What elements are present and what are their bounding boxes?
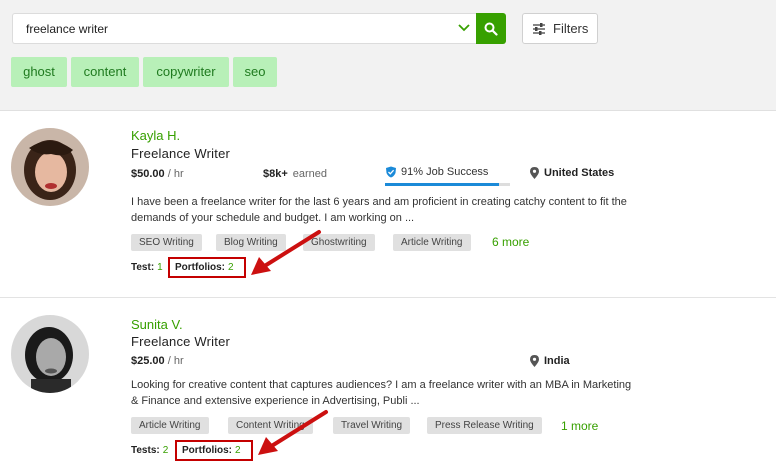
tests-value: 1 xyxy=(157,262,163,273)
rate-value: $50.00 xyxy=(131,168,165,180)
search-header: Filters ghost content copywriter seo xyxy=(0,0,776,111)
tag-ghost[interactable]: ghost xyxy=(11,57,67,87)
portfolios-label: Portfolios: xyxy=(175,262,225,273)
location-text: India xyxy=(544,355,570,367)
search-input[interactable] xyxy=(26,14,446,43)
tests-value: 2 xyxy=(162,445,169,456)
search-button[interactable] xyxy=(476,13,506,44)
earned-label: earned xyxy=(292,168,328,180)
freelancer-title: Freelance Writer xyxy=(131,146,231,161)
freelancer-card[interactable]: Kayla H. Freelance Writer $50.00 / hr $8… xyxy=(0,112,776,298)
search-box xyxy=(12,13,476,44)
more-skills-link[interactable]: 1 more xyxy=(561,419,598,433)
freelancer-name[interactable]: Kayla H. xyxy=(131,128,180,143)
skill-tag[interactable]: Article Writing xyxy=(131,417,209,434)
freelancer-description: I have been a freelance writer for the l… xyxy=(131,196,627,224)
tests-count: Test: 1 xyxy=(131,262,163,273)
freelancer-description: Looking for creative content that captur… xyxy=(131,379,632,407)
more-skills-link[interactable]: 6 more xyxy=(492,235,529,249)
hourly-rate: $50.00 / hr xyxy=(131,168,184,180)
rate-unit: / hr xyxy=(167,355,184,367)
job-success: 91% Job Success xyxy=(385,166,488,178)
location: United States xyxy=(530,167,614,179)
hourly-rate: $25.00 / hr xyxy=(131,355,184,367)
job-success-label: 91% Job Success xyxy=(401,166,489,178)
freelancer-title: Freelance Writer xyxy=(131,334,231,349)
freelancer-name[interactable]: Sunita V. xyxy=(131,317,183,332)
portfolios-value: 2 xyxy=(235,445,241,456)
tests-label: Test: xyxy=(131,262,155,273)
map-pin-icon xyxy=(530,355,539,367)
earnings: $8k+ earned xyxy=(263,168,327,180)
rate-value: $25.00 xyxy=(131,355,165,367)
shield-icon xyxy=(386,166,396,178)
skill-tag[interactable]: Article Writing xyxy=(393,234,471,251)
red-arrow-icon xyxy=(251,230,321,275)
filters-label: Filters xyxy=(553,21,589,36)
earned-value: $8k+ xyxy=(263,168,288,180)
skill-tag[interactable]: Travel Writing xyxy=(333,417,411,434)
tests-count: Tests: 2 xyxy=(131,445,168,456)
red-arrow-icon xyxy=(258,410,328,455)
map-pin-icon xyxy=(530,167,539,179)
sliders-icon xyxy=(533,22,545,35)
portfolios-label: Portfolios: xyxy=(182,445,232,456)
tag-content[interactable]: content xyxy=(71,57,139,87)
skill-tag[interactable]: Press Release Writing xyxy=(427,417,542,434)
location: India xyxy=(530,355,570,367)
freelancer-card[interactable]: Sunita V. Freelance Writer $25.00 / hr I… xyxy=(0,299,776,473)
chevron-down-icon[interactable] xyxy=(457,20,471,36)
avatar[interactable] xyxy=(11,315,89,393)
job-success-fill xyxy=(385,183,499,186)
portfolios-value: 2 xyxy=(228,262,234,273)
location-text: United States xyxy=(544,167,615,179)
tests-label: Tests: xyxy=(131,445,160,456)
tag-copywriter[interactable]: copywriter xyxy=(143,57,229,87)
rate-unit: / hr xyxy=(167,168,184,180)
tag-seo[interactable]: seo xyxy=(233,57,277,87)
search-icon xyxy=(484,22,498,36)
filters-button[interactable]: Filters xyxy=(522,13,598,44)
portfolios-count[interactable]: Portfolios: 2 xyxy=(182,445,241,456)
job-success-bar xyxy=(385,183,510,186)
skill-tag[interactable]: SEO Writing xyxy=(131,234,202,251)
avatar[interactable] xyxy=(11,128,89,206)
portfolios-count[interactable]: Portfolios: 2 xyxy=(175,262,234,273)
